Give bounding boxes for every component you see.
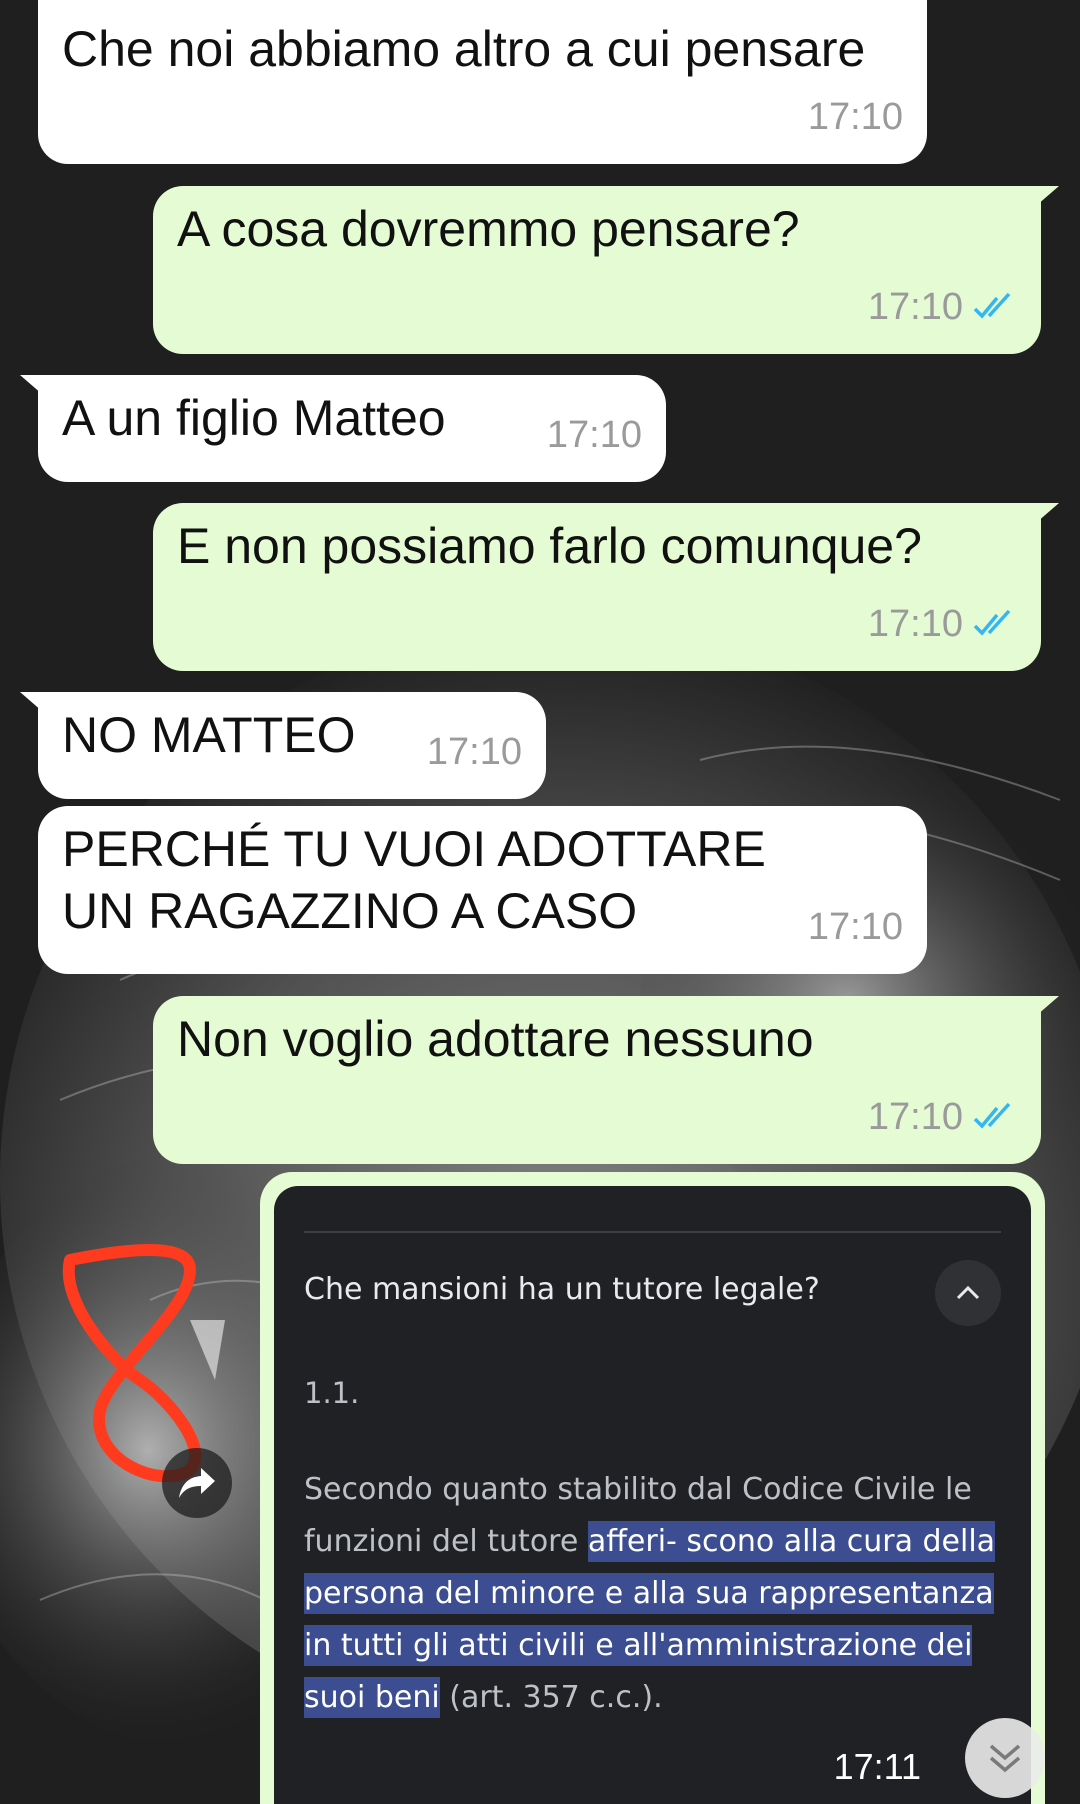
message-meta: 17:10 xyxy=(868,276,1017,338)
message-text: E non possiamo farlo comunque? xyxy=(177,518,922,574)
answer-paragraph: Secondo quanto stabilito dal Codice Civi… xyxy=(304,1464,1004,1724)
double-check-icon xyxy=(973,609,1011,636)
message-meta: 17:10 xyxy=(808,896,903,958)
forward-icon xyxy=(179,1468,215,1498)
double-check-icon xyxy=(973,1102,1011,1129)
message-meta: 17:10 xyxy=(547,404,642,466)
message-bubble-incoming[interactable]: A un figlio Matteo 17:10 xyxy=(20,375,666,482)
message-time: 17:10 xyxy=(807,906,903,948)
message-time: 17:10 xyxy=(867,286,963,328)
message-bubble-incoming[interactable]: NO MATTEO 17:10 xyxy=(20,692,546,799)
message-bubble-outgoing[interactable]: A cosa dovremmo pensare? 17:10 xyxy=(153,186,1059,354)
message-time: 17:10 xyxy=(546,414,642,456)
scroll-to-bottom-button[interactable] xyxy=(965,1718,1045,1798)
message-time: 17:10 xyxy=(807,96,903,138)
forward-button[interactable] xyxy=(162,1448,232,1518)
shared-screenshot-image[interactable]: Che mansioni ha un tutore legale? 1.1. S… xyxy=(274,1186,1031,1804)
divider xyxy=(304,1231,1001,1233)
message-time: 17:11 xyxy=(833,1746,921,1787)
message-meta: 17:10 xyxy=(868,1086,1017,1148)
message-text: Non voglio adottare nessuno xyxy=(177,1011,814,1067)
message-bubble-incoming[interactable]: Che noi abbiamo altro a cui pensare 17:1… xyxy=(38,0,927,164)
message-time: 17:10 xyxy=(426,731,522,773)
message-bubble-incoming[interactable]: PERCHÉ TU VUOI ADOTTARE UN RAGAZZINO A C… xyxy=(38,806,927,974)
faq-question: Che mansioni ha un tutore legale? xyxy=(304,1272,820,1307)
double-check-icon xyxy=(973,292,1011,319)
message-time: 17:10 xyxy=(867,1096,963,1138)
collapse-button xyxy=(935,1260,1001,1326)
message-text: PERCHÉ TU VUOI ADOTTARE UN RAGAZZINO A C… xyxy=(62,821,766,939)
chevron-up-icon xyxy=(956,1285,980,1300)
message-meta: 17:10 xyxy=(808,86,903,148)
message-text: A cosa dovremmo pensare? xyxy=(177,201,800,257)
message-bubble-outgoing[interactable]: Non voglio adottare nessuno 17:10 xyxy=(153,996,1059,1164)
message-time: 17:10 xyxy=(867,603,963,645)
double-chevron-down-icon xyxy=(989,1744,1021,1773)
message-meta: 17:10 xyxy=(868,593,1017,655)
message-bubble-outgoing[interactable]: E non possiamo farlo comunque? 17:10 xyxy=(153,503,1059,671)
section-number: 1.1. xyxy=(304,1376,360,1410)
answer-end-text: (art. 357 c.c.). xyxy=(439,1680,663,1715)
message-text: Che noi abbiamo altro a cui pensare xyxy=(62,21,866,77)
image-message-bubble[interactable]: Che mansioni ha un tutore legale? 1.1. S… xyxy=(260,1172,1045,1804)
message-meta: 17:10 xyxy=(427,721,522,783)
